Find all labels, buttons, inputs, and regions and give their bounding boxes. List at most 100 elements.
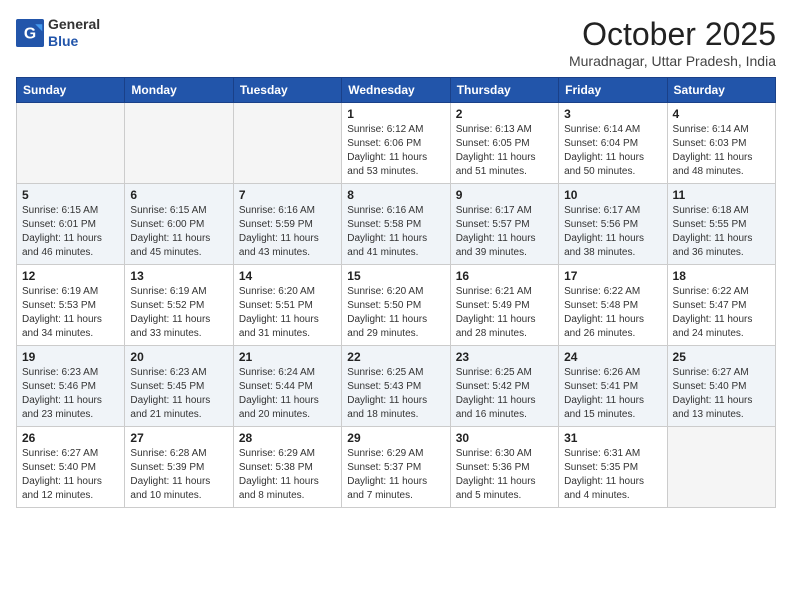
cell-info: Sunrise: 6:29 AMSunset: 5:37 PMDaylight:…: [347, 447, 444, 503]
weekday-header-tuesday: Tuesday: [233, 78, 341, 103]
day-number: 30: [456, 431, 553, 445]
weekday-header-monday: Monday: [125, 78, 233, 103]
cell-info: Sunrise: 6:27 AMSunset: 5:40 PMDaylight:…: [22, 447, 119, 503]
cell-info: Sunrise: 6:20 AMSunset: 5:51 PMDaylight:…: [239, 285, 336, 341]
day-number: 22: [347, 350, 444, 364]
table-row: 21Sunrise: 6:24 AMSunset: 5:44 PMDayligh…: [233, 346, 341, 427]
day-number: 3: [564, 107, 661, 121]
table-row: [233, 103, 341, 184]
table-row: 31 Sunrise: 6:31 AMSunset: 5:35 PMDayligh…: [559, 427, 667, 508]
logo-text: General Blue: [48, 16, 100, 50]
logo-general: General: [48, 16, 100, 32]
day-number: 12: [22, 269, 119, 283]
cell-info: Sunrise: 6:13 AMSunset: 6:05 PMDaylight:…: [456, 123, 553, 179]
day-number: 15: [347, 269, 444, 283]
day-number: 21: [239, 350, 336, 364]
table-row: 2 Sunrise: 6:13 AMSunset: 6:05 PMDaylight…: [450, 103, 558, 184]
calendar-week-row: 1 Sunrise: 6:12 AMSunset: 6:06 PMDaylight…: [17, 103, 776, 184]
weekday-header-saturday: Saturday: [667, 78, 775, 103]
cell-info: Sunrise: 6:12 AMSunset: 6:06 PMDaylight:…: [347, 123, 444, 179]
svg-text:G: G: [24, 25, 36, 42]
cell-info: Sunrise: 6:28 AMSunset: 5:39 PMDaylight:…: [130, 447, 227, 503]
table-row: 11Sunrise: 6:18 AMSunset: 5:55 PMDayligh…: [667, 184, 775, 265]
table-row: 6 Sunrise: 6:15 AMSunset: 6:00 PMDaylight…: [125, 184, 233, 265]
month-title: October 2025: [569, 16, 776, 53]
table-row: 19Sunrise: 6:23 AMSunset: 5:46 PMDayligh…: [17, 346, 125, 427]
cell-info: Sunrise: 6:17 AMSunset: 5:57 PMDaylight:…: [456, 204, 553, 260]
day-number: 25: [673, 350, 770, 364]
table-row: 5Sunrise: 6:15 AMSunset: 6:01 PMDaylight…: [17, 184, 125, 265]
day-number: 9: [456, 188, 553, 202]
location-title: Muradnagar, Uttar Pradesh, India: [569, 53, 776, 69]
table-row: 12 Sunrise: 6:19 AMSunset: 5:53 PMDayligh…: [17, 265, 125, 346]
day-number: 27: [130, 431, 227, 445]
day-number: 24: [564, 350, 661, 364]
calendar-week-row: 12 Sunrise: 6:19 AMSunset: 5:53 PMDayligh…: [17, 265, 776, 346]
cell-info: Sunrise: 6:16 AMSunset: 5:58 PMDaylight:…: [347, 204, 444, 260]
weekday-header-sunday: Sunday: [17, 78, 125, 103]
day-number: 4: [673, 107, 770, 121]
day-number: 17: [564, 269, 661, 283]
weekday-header-thursday: Thursday: [450, 78, 558, 103]
day-number: 16: [456, 269, 553, 283]
day-number: 14: [239, 269, 336, 283]
table-row: 10 Sunrise: 6:17 AMSunset: 5:56 PMDayligh…: [559, 184, 667, 265]
cell-info: Sunrise: 6:22 AMSunset: 5:48 PMDaylight:…: [564, 285, 661, 341]
table-row: 27 Sunrise: 6:28 AMSunset: 5:39 PMDayligh…: [125, 427, 233, 508]
table-row: 7 Sunrise: 6:16 AMSunset: 5:59 PMDaylight…: [233, 184, 341, 265]
cell-info: Sunrise: 6:25 AMSunset: 5:42 PMDaylight:…: [456, 366, 553, 422]
cell-info: Sunrise: 6:15 AMSunset: 6:00 PMDaylight:…: [130, 204, 227, 260]
table-row: 13Sunrise: 6:19 AMSunset: 5:52 PMDayligh…: [125, 265, 233, 346]
day-number: 18: [673, 269, 770, 283]
day-number: 7: [239, 188, 336, 202]
calendar-week-row: 5Sunrise: 6:15 AMSunset: 6:01 PMDaylight…: [17, 184, 776, 265]
table-row: 9 Sunrise: 6:17 AMSunset: 5:57 PMDaylight…: [450, 184, 558, 265]
cell-info: Sunrise: 6:20 AMSunset: 5:50 PMDaylight:…: [347, 285, 444, 341]
cell-info: Sunrise: 6:18 AMSunset: 5:55 PMDaylight:…: [673, 204, 770, 260]
table-row: 24 Sunrise: 6:26 AMSunset: 5:41 PMDayligh…: [559, 346, 667, 427]
table-row: 1 Sunrise: 6:12 AMSunset: 6:06 PMDaylight…: [342, 103, 450, 184]
weekday-header-wednesday: Wednesday: [342, 78, 450, 103]
cell-info: Sunrise: 6:22 AMSunset: 5:47 PMDaylight:…: [673, 285, 770, 341]
table-row: 26 Sunrise: 6:27 AMSunset: 5:40 PMDayligh…: [17, 427, 125, 508]
table-row: 4Sunrise: 6:14 AMSunset: 6:03 PMDaylight…: [667, 103, 775, 184]
cell-info: Sunrise: 6:26 AMSunset: 5:41 PMDaylight:…: [564, 366, 661, 422]
table-row: [17, 103, 125, 184]
table-row: 18 Sunrise: 6:22 AMSunset: 5:47 PMDayligh…: [667, 265, 775, 346]
cell-info: Sunrise: 6:31 AMSunset: 5:35 PMDaylight:…: [564, 447, 661, 503]
title-area: October 2025 Muradnagar, Uttar Pradesh, …: [569, 16, 776, 69]
day-number: 1: [347, 107, 444, 121]
cell-info: Sunrise: 6:17 AMSunset: 5:56 PMDaylight:…: [564, 204, 661, 260]
table-row: 22 Sunrise: 6:25 AMSunset: 5:43 PMDayligh…: [342, 346, 450, 427]
day-number: 26: [22, 431, 119, 445]
table-row: 3Sunrise: 6:14 AMSunset: 6:04 PMDaylight…: [559, 103, 667, 184]
calendar-week-row: 19Sunrise: 6:23 AMSunset: 5:46 PMDayligh…: [17, 346, 776, 427]
day-number: 6: [130, 188, 227, 202]
table-row: 14 Sunrise: 6:20 AMSunset: 5:51 PMDayligh…: [233, 265, 341, 346]
calendar: SundayMondayTuesdayWednesdayThursdayFrid…: [16, 77, 776, 508]
cell-info: Sunrise: 6:16 AMSunset: 5:59 PMDaylight:…: [239, 204, 336, 260]
table-row: 8Sunrise: 6:16 AMSunset: 5:58 PMDaylight…: [342, 184, 450, 265]
logo-icon: G: [16, 19, 44, 47]
cell-info: Sunrise: 6:25 AMSunset: 5:43 PMDaylight:…: [347, 366, 444, 422]
logo-blue: Blue: [48, 33, 78, 49]
cell-info: Sunrise: 6:19 AMSunset: 5:53 PMDaylight:…: [22, 285, 119, 341]
logo: G General Blue: [16, 16, 100, 50]
table-row: 15 Sunrise: 6:20 AMSunset: 5:50 PMDayligh…: [342, 265, 450, 346]
day-number: 10: [564, 188, 661, 202]
day-number: 5: [22, 188, 119, 202]
day-number: 31: [564, 431, 661, 445]
cell-info: Sunrise: 6:23 AMSunset: 5:45 PMDaylight:…: [130, 366, 227, 422]
day-number: 28: [239, 431, 336, 445]
cell-info: Sunrise: 6:29 AMSunset: 5:38 PMDaylight:…: [239, 447, 336, 503]
table-row: 29 Sunrise: 6:29 AMSunset: 5:37 PMDayligh…: [342, 427, 450, 508]
table-row: 20 Sunrise: 6:23 AMSunset: 5:45 PMDayligh…: [125, 346, 233, 427]
table-row: 28 Sunrise: 6:29 AMSunset: 5:38 PMDayligh…: [233, 427, 341, 508]
weekday-header-row: SundayMondayTuesdayWednesdayThursdayFrid…: [17, 78, 776, 103]
day-number: 29: [347, 431, 444, 445]
table-row: [125, 103, 233, 184]
day-number: 2: [456, 107, 553, 121]
day-number: 19: [22, 350, 119, 364]
table-row: 16Sunrise: 6:21 AMSunset: 5:49 PMDayligh…: [450, 265, 558, 346]
day-number: 20: [130, 350, 227, 364]
